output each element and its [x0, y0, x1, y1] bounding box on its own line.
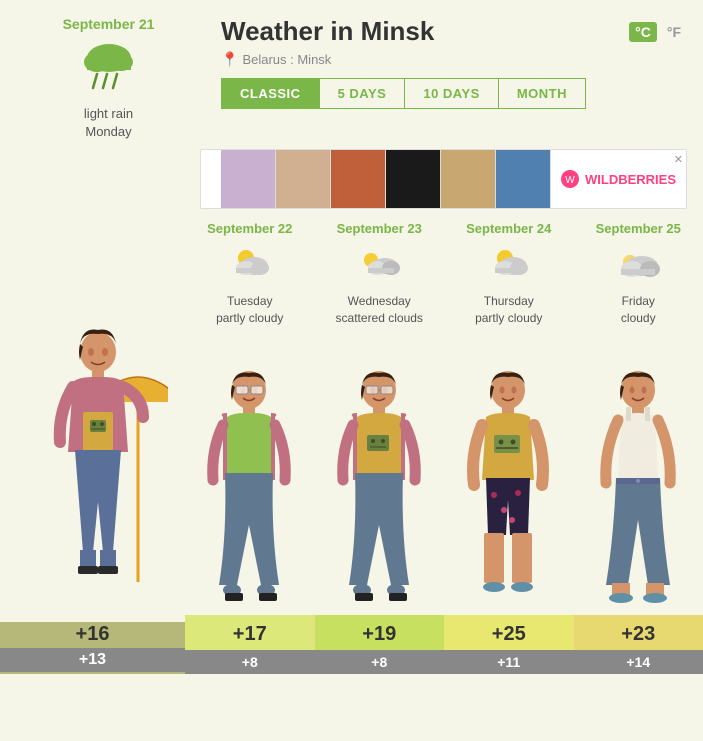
day-col-sep23: September 23 Wednesday scattered clouds	[315, 221, 445, 673]
temp-high-sep22: +17	[185, 615, 315, 650]
weather-icon-sep25	[614, 244, 662, 287]
ad-image-1	[221, 150, 276, 209]
today-figure-area	[0, 221, 185, 621]
temp-low-sep24: +11	[444, 650, 574, 674]
ad-images	[221, 150, 551, 208]
days-columns: September 22 Tuesday partly cloudy	[185, 221, 703, 673]
weather-desc-sep22: Tuesday partly cloudy	[216, 293, 283, 327]
tabs-row: CLASSIC 5 DAYS 10 DAYS MONTH	[221, 78, 687, 109]
temp-bar-sep23: +19 +8	[315, 615, 445, 674]
figure-sep23	[315, 335, 445, 615]
weather-desc-sep24: Thursday partly cloudy	[475, 293, 542, 327]
temp-low-sep22: +8	[185, 650, 315, 674]
ad-image-6	[496, 150, 551, 209]
tab-10days[interactable]: 10 DAYS	[405, 78, 499, 109]
wildberries-brand[interactable]: WILDBERRIES	[585, 172, 676, 187]
day-date-sep25: September 25	[596, 221, 681, 238]
ad-image-4	[386, 150, 441, 209]
temp-high-sep24: +25	[444, 615, 574, 650]
today-temp-low: +13	[0, 648, 185, 672]
temp-low-sep23: +8	[315, 650, 445, 674]
weather-desc-sep25: Friday cloudy	[621, 293, 656, 327]
temp-high-sep23: +19	[315, 615, 445, 650]
ad-banner: W WILDBERRIES ✕	[200, 149, 687, 209]
main-forecast-area: +16 +13 September 22	[0, 221, 703, 673]
day-col-sep25: September 25 Friday cloudy	[574, 221, 703, 673]
weather-desc-sep23: Wednesday scattered clouds	[336, 293, 423, 327]
figure-svg-sep25	[586, 335, 691, 615]
figure-svg-sep22	[197, 335, 302, 615]
day-col-sep22: September 22 Tuesday partly cloudy	[185, 221, 315, 673]
today-weather-icon: .rc{fill:#7ab648;}.rb{fill:#5a9030;}	[79, 38, 139, 99]
page-title: Weather in Minsk	[221, 16, 434, 47]
today-figure-svg	[28, 282, 168, 622]
weather-icon-sep23	[355, 244, 403, 287]
day-date-sep23: September 23	[337, 221, 422, 238]
today-temp-high: +16	[76, 623, 110, 646]
ad-close-button[interactable]: ✕	[674, 153, 683, 166]
temp-low-sep25: +14	[574, 650, 703, 674]
app-container: September 21 .rc{fill:#7ab648;}.rb{fill:…	[0, 0, 703, 674]
temp-units: °C °F	[629, 22, 687, 42]
today-panel: September 21 .rc{fill:#7ab648;}.rb{fill:…	[16, 16, 201, 141]
today-description: light rain Monday	[84, 105, 133, 141]
header: September 21 .rc{fill:#7ab648;}.rb{fill:…	[0, 0, 703, 149]
ad-image-5	[441, 150, 496, 209]
temp-bar-sep24: +25 +11	[444, 615, 574, 674]
day-date-sep24: September 24	[466, 221, 551, 238]
svg-text:W: W	[565, 175, 575, 186]
figure-sep24	[444, 335, 574, 615]
title-row: Weather in Minsk °C °F	[221, 16, 687, 47]
tab-month[interactable]: MONTH	[499, 78, 586, 109]
tab-5days[interactable]: 5 DAYS	[320, 78, 406, 109]
temp-bar-sep22: +17 +8	[185, 615, 315, 674]
fahrenheit-button[interactable]: °F	[661, 22, 687, 42]
celsius-button[interactable]: °C	[629, 22, 657, 42]
today-temp-bar: +16 +13	[0, 622, 185, 674]
weather-icon-sep22	[226, 244, 274, 287]
temp-bar-sep25: +23 +14	[574, 615, 703, 674]
today-column: +16 +13	[0, 221, 185, 673]
tab-classic[interactable]: CLASSIC	[221, 78, 320, 109]
right-header: Weather in Minsk °C °F 📍 Belarus : Minsk…	[221, 16, 687, 119]
ad-image-2	[276, 150, 331, 209]
figure-svg-sep23	[327, 335, 432, 615]
weather-icon-sep24	[485, 244, 533, 287]
location-text: Belarus : Minsk	[242, 52, 331, 67]
ad-image-3	[331, 150, 386, 209]
day-col-sep24: September 24 Thursday partly cloudy	[444, 221, 574, 673]
day-date-sep22: September 22	[207, 221, 292, 238]
figure-sep25	[574, 335, 703, 615]
location-row: 📍 Belarus : Minsk	[221, 51, 687, 68]
figure-sep22	[185, 335, 315, 615]
ad-logo: W WILDBERRIES	[551, 170, 686, 188]
figure-svg-sep24	[456, 335, 561, 615]
temp-high-sep25: +23	[574, 615, 703, 650]
today-date: September 21	[63, 16, 155, 32]
location-pin-icon: 📍	[221, 51, 238, 68]
